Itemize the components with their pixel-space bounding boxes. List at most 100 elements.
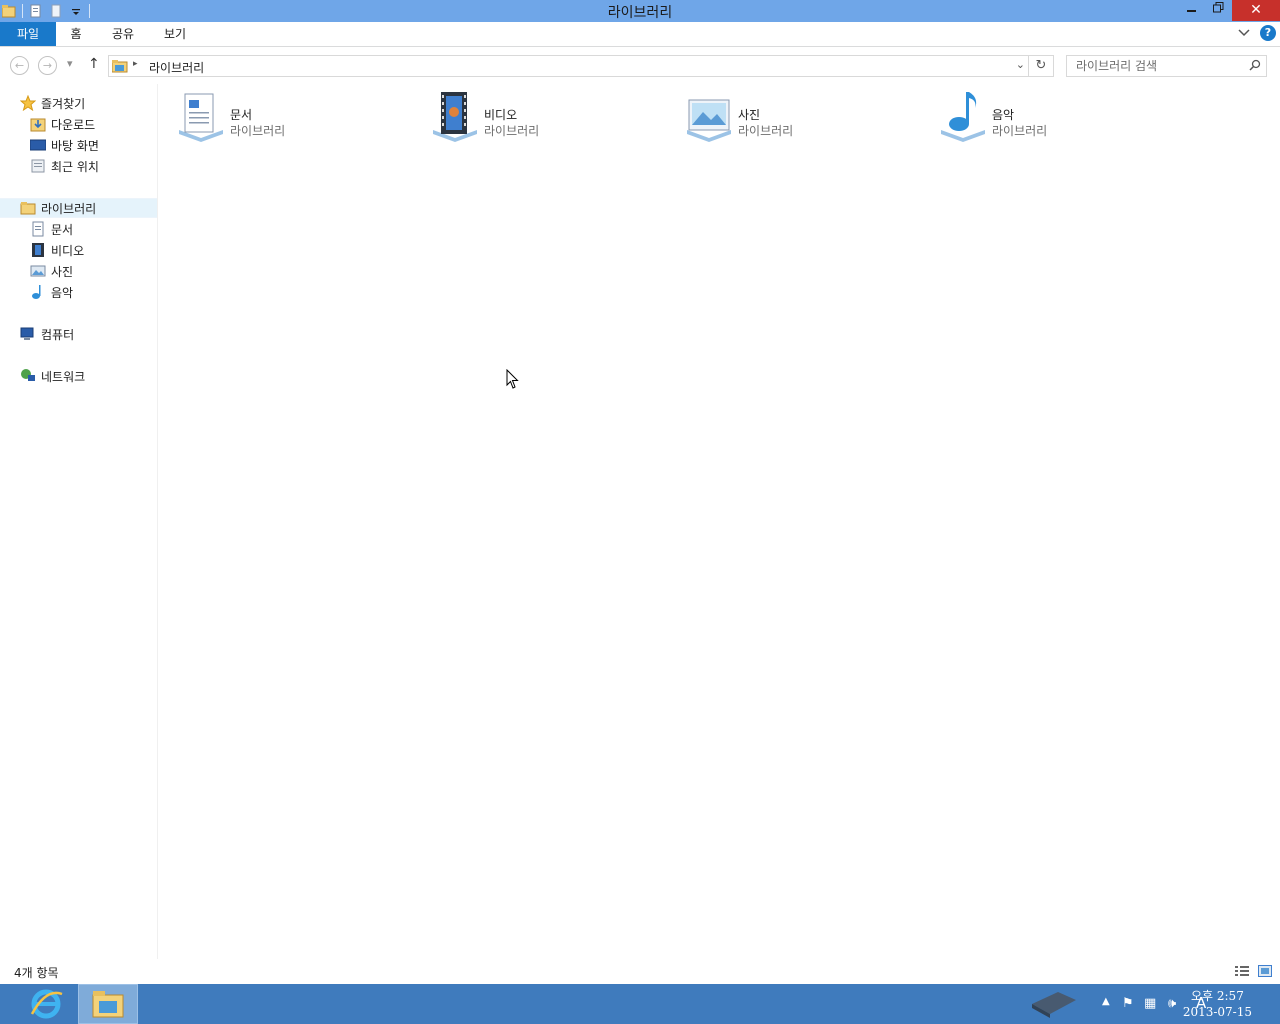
navigation-pane: 즐겨찾기 다운로드 바탕 화면 최근 위치 라이브러리 문서 비디오 사진 음악… xyxy=(0,84,158,959)
recent-locations-button[interactable]: ▾ xyxy=(67,57,73,70)
nav-favorites[interactable]: 즐겨찾기 xyxy=(20,94,85,114)
breadcrumb-chevron-icon[interactable]: ▸ xyxy=(133,59,138,69)
internet-explorer-icon xyxy=(30,989,63,1019)
library-tile-documents[interactable]: 문서 라이브러리 xyxy=(175,90,415,142)
back-arrow-icon: ← xyxy=(14,59,25,72)
title-bar: 라이브러리 ✕ xyxy=(0,0,1280,22)
film-icon xyxy=(32,243,44,257)
music-note-icon xyxy=(32,285,41,299)
libraries-icon xyxy=(20,202,36,215)
address-bar[interactable]: ▸ 라이브러리 ⌄ ↻ xyxy=(108,55,1054,77)
nav-item-label: 다운로드 xyxy=(51,118,96,132)
nav-item-recent-places[interactable]: 최근 위치 xyxy=(30,157,99,177)
clock[interactable]: 오후 2:57 2013-07-15 xyxy=(1183,988,1252,1020)
library-tile-videos[interactable]: 비디오 라이브러리 xyxy=(429,90,669,142)
content-pane: 문서 라이브러리 비디오 라이브러리 사진 라이브러리 음악 라이브러리 xyxy=(159,84,1280,959)
nav-network[interactable]: 네트워크 xyxy=(20,367,85,387)
nav-item-label: 비디오 xyxy=(51,244,85,258)
tile-name: 음악 xyxy=(992,108,1015,122)
recent-places-icon xyxy=(31,159,45,173)
show-hidden-icons-icon[interactable]: ▲ xyxy=(1102,996,1110,1007)
up-arrow-icon: ↑ xyxy=(88,56,100,72)
ribbon-tabs: 파일 홈 공유 보기 ? xyxy=(0,22,1280,47)
network-icon xyxy=(21,369,35,381)
search-box[interactable] xyxy=(1066,55,1267,77)
document-icon xyxy=(32,221,44,237)
close-button[interactable]: ✕ xyxy=(1232,0,1280,21)
tab-file[interactable]: 파일 xyxy=(0,22,56,46)
forward-button[interactable]: → xyxy=(38,56,57,75)
nav-network-label: 네트워크 xyxy=(41,370,86,384)
volume-icon[interactable]: 🕪 xyxy=(1168,996,1176,1011)
desktop-icon xyxy=(30,139,46,151)
nav-item-videos[interactable]: 비디오 xyxy=(30,241,84,261)
minimize-icon xyxy=(1186,10,1196,12)
minimize-button[interactable] xyxy=(1178,0,1205,21)
nav-item-label: 사진 xyxy=(51,265,74,279)
mouse-cursor-icon xyxy=(506,369,519,389)
breadcrumb[interactable]: 라이브러리 xyxy=(149,59,204,76)
clock-date: 2013-07-15 xyxy=(1182,1005,1252,1019)
restore-icon xyxy=(1213,2,1224,13)
nav-computer-label: 컴퓨터 xyxy=(41,328,75,342)
details-view-icon[interactable] xyxy=(1235,965,1249,977)
item-count: 4개 항목 xyxy=(14,966,59,980)
chevron-down-icon: ▾ xyxy=(67,57,73,70)
library-tile-pictures[interactable]: 사진 라이브러리 xyxy=(683,90,923,142)
library-tile-music[interactable]: 음악 라이브러리 xyxy=(937,90,1177,142)
search-icon[interactable] xyxy=(1249,59,1261,74)
back-button[interactable]: ← xyxy=(10,56,29,75)
nav-item-downloads[interactable]: 다운로드 xyxy=(30,115,95,135)
nav-item-label: 문서 xyxy=(51,223,74,237)
computer-icon xyxy=(20,327,34,340)
system-tray: ▲ ⚑ ▦ 🕪 A 오후 2:57 2013-07-15 xyxy=(1020,984,1280,1024)
pictures-library-icon xyxy=(687,99,731,142)
nav-item-label: 최근 위치 xyxy=(51,160,99,174)
tile-name: 사진 xyxy=(738,108,761,122)
refresh-button[interactable]: ↻ xyxy=(1028,56,1053,76)
tab-home[interactable]: 홈 xyxy=(62,22,90,46)
picture-icon xyxy=(30,265,46,277)
action-center-flag-icon[interactable]: ⚑ xyxy=(1122,996,1134,1011)
up-button[interactable]: ↑ xyxy=(88,56,100,72)
library-folder-icon xyxy=(112,60,128,73)
nav-item-music[interactable]: 음악 xyxy=(30,283,73,303)
tile-name: 비디오 xyxy=(484,108,518,122)
forward-arrow-icon: → xyxy=(42,59,53,72)
tile-name: 문서 xyxy=(230,108,253,122)
downloads-folder-icon xyxy=(30,118,46,132)
taskbar: ▲ ⚑ ▦ 🕪 A 오후 2:57 2013-07-15 xyxy=(0,984,1280,1024)
help-icon[interactable]: ? xyxy=(1260,25,1276,41)
nav-item-label: 음악 xyxy=(51,286,74,300)
tile-type: 라이브러리 xyxy=(738,124,794,138)
nav-item-desktop[interactable]: 바탕 화면 xyxy=(30,136,99,156)
search-input[interactable] xyxy=(1067,56,1242,76)
documents-library-icon xyxy=(179,93,223,142)
tab-view[interactable]: 보기 xyxy=(156,22,194,46)
restore-button[interactable] xyxy=(1205,0,1232,21)
navigation-bar: ← → ▾ ↑ ▸ 라이브러리 ⌄ ↻ xyxy=(0,47,1280,84)
tile-type: 라이브러리 xyxy=(484,124,540,138)
nav-computer[interactable]: 컴퓨터 xyxy=(20,325,74,345)
taskbar-internet-explorer[interactable] xyxy=(16,984,76,1024)
taskbar-file-explorer[interactable] xyxy=(78,984,138,1024)
watermark-book-icon xyxy=(1032,992,1076,1018)
window-title: 라이브러리 xyxy=(607,5,673,21)
expand-ribbon-icon[interactable] xyxy=(1238,28,1250,38)
nav-libraries[interactable]: 라이브러리 xyxy=(0,198,157,218)
nav-item-label: 바탕 화면 xyxy=(51,139,99,153)
music-library-icon xyxy=(941,92,985,142)
nav-libraries-label: 라이브러리 xyxy=(41,202,97,216)
refresh-icon: ↻ xyxy=(1035,58,1047,73)
close-icon: ✕ xyxy=(1250,2,1262,18)
address-dropdown-icon[interactable]: ⌄ xyxy=(1016,58,1025,71)
nav-item-documents[interactable]: 문서 xyxy=(30,220,73,240)
star-icon xyxy=(20,95,36,111)
large-icons-view-icon[interactable] xyxy=(1258,965,1272,977)
nav-item-pictures[interactable]: 사진 xyxy=(30,262,73,282)
network-status-icon[interactable]: ▦ xyxy=(1144,996,1156,1011)
videos-library-icon xyxy=(433,92,477,142)
clock-time: 오후 2:57 xyxy=(1190,989,1244,1003)
tab-share[interactable]: 공유 xyxy=(104,22,142,46)
status-bar: 4개 항목 xyxy=(0,959,1280,984)
